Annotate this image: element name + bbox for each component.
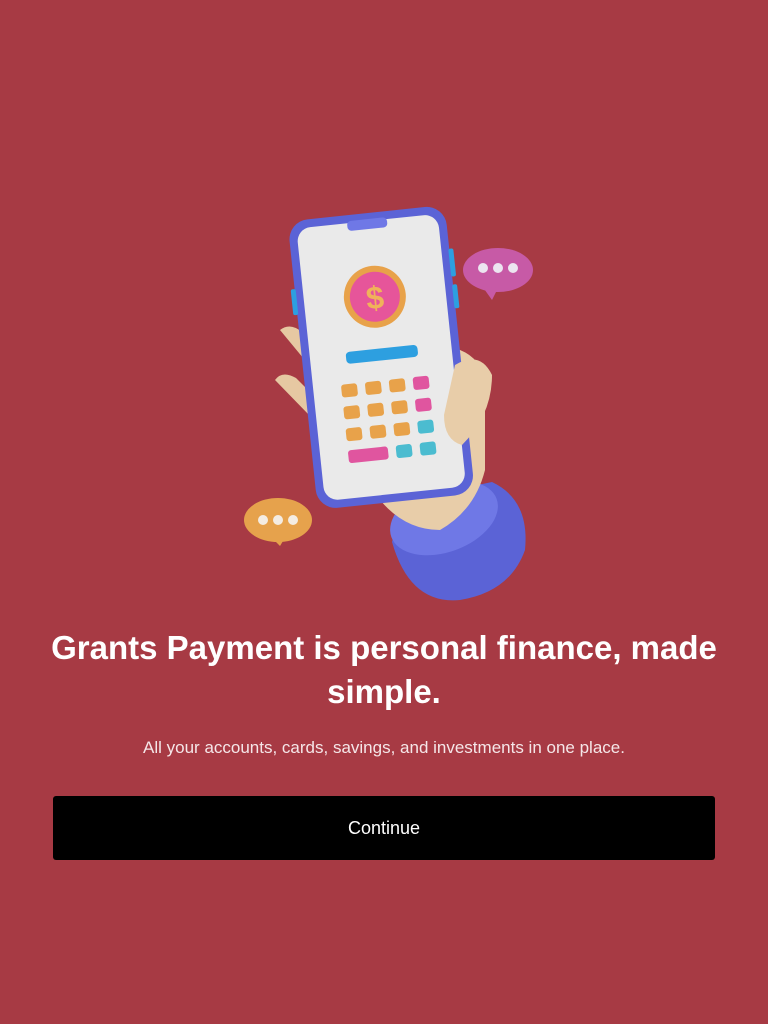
page-subtitle: All your accounts, cards, savings, and i… bbox=[143, 738, 625, 757]
onboarding-screen: $ Grants Payment is personal finance, ma… bbox=[0, 0, 768, 1024]
chat-bubble-left-icon bbox=[244, 498, 312, 546]
hand-holding-phone-illustration: $ bbox=[244, 206, 533, 601]
phone-shape: $ bbox=[289, 206, 473, 508]
continue-button[interactable]: Continue bbox=[53, 796, 715, 860]
page-title: Grants Payment is personal finance, made… bbox=[51, 629, 717, 710]
chat-bubble-right-icon bbox=[463, 248, 533, 300]
